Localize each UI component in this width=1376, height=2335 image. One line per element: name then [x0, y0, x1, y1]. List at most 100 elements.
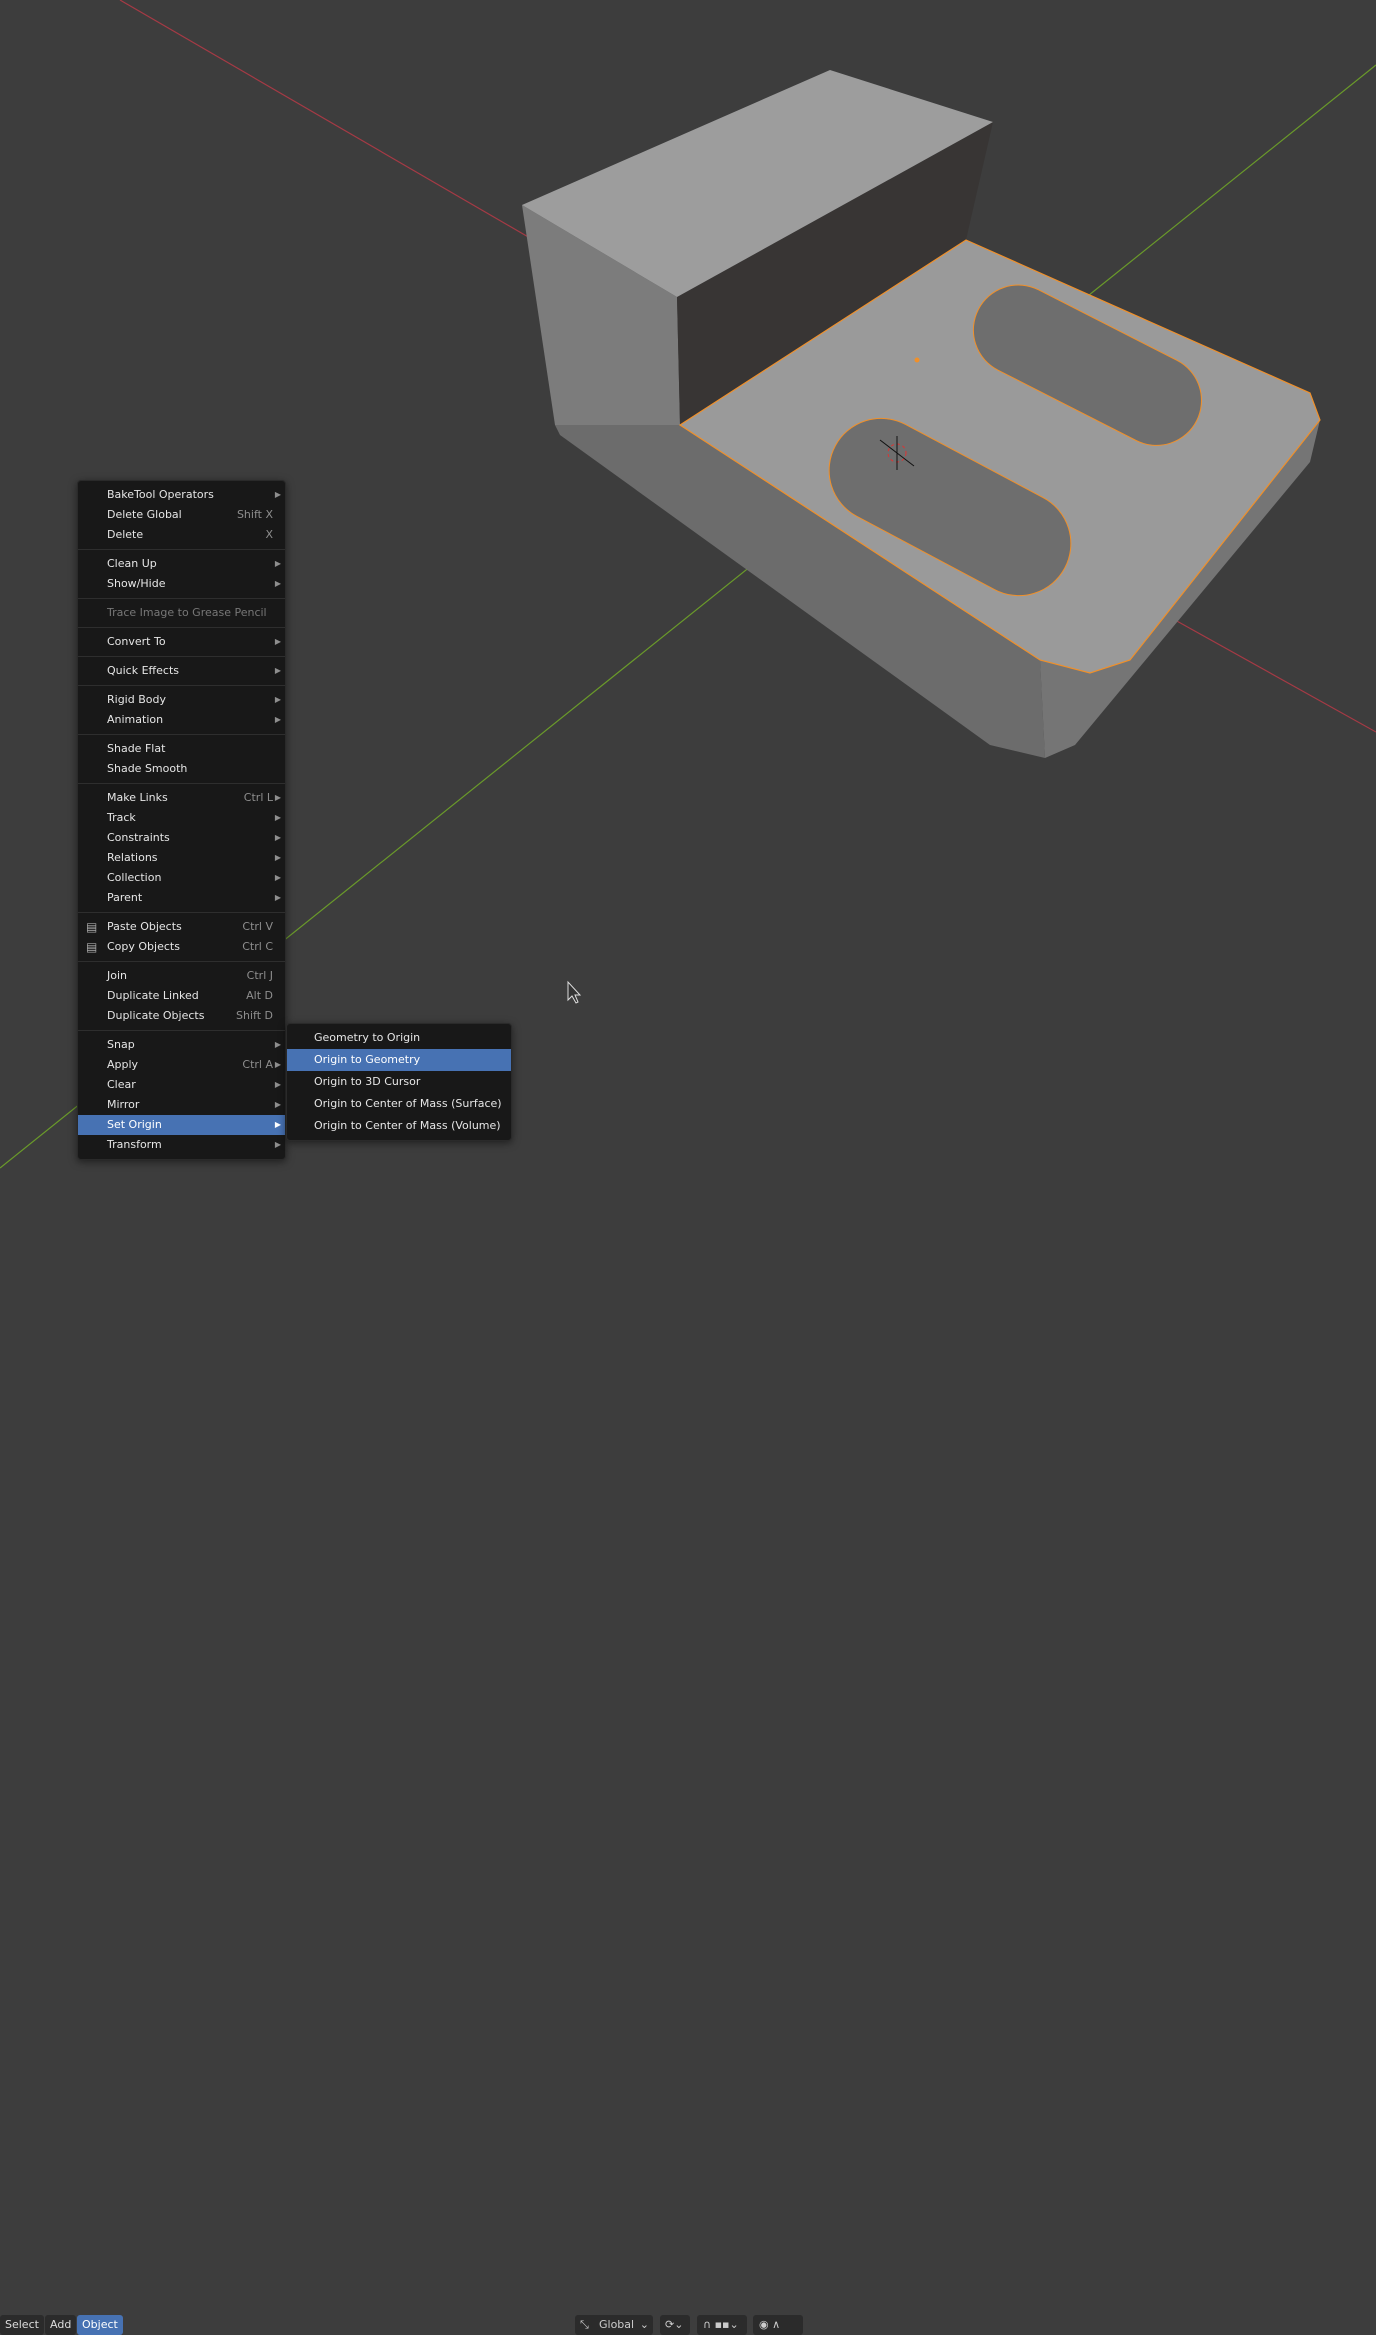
menu-separator: [78, 1030, 285, 1031]
menu-item-delete-global[interactable]: Delete Global Shift X: [78, 505, 285, 525]
submenu-item-origin-to-3d-cursor[interactable]: Origin to 3D Cursor: [287, 1071, 511, 1093]
submenu-item-origin-to-center-of-mass-volume[interactable]: Origin to Center of Mass (Volume): [287, 1115, 511, 1137]
shortcut-label: Ctrl V: [242, 920, 273, 933]
menu-item-duplicate-objects[interactable]: Duplicate Objects Shift D: [78, 1006, 285, 1026]
menu-item-shade-smooth[interactable]: Shade Smooth: [78, 759, 285, 779]
mesh-object[interactable]: [522, 70, 1321, 758]
submenu-arrow-icon: ▶: [274, 666, 281, 675]
menu-separator: [78, 783, 285, 784]
menu-item-convert-to[interactable]: Convert To ▶: [78, 632, 285, 652]
menu-item-duplicate-linked[interactable]: Duplicate Linked Alt D: [78, 986, 285, 1006]
menu-item-quick-effects[interactable]: Quick Effects ▶: [78, 661, 285, 681]
submenu-arrow-icon: ▶: [274, 695, 281, 704]
shortcut-label: X: [265, 528, 273, 541]
submenu-arrow-icon: ▶: [274, 1140, 281, 1149]
menu-item-parent[interactable]: Parent ▶: [78, 888, 285, 908]
menu-item-mirror[interactable]: Mirror ▶: [78, 1095, 285, 1115]
menu-item-label: Relations: [107, 851, 158, 864]
menu-item-label: Clean Up: [107, 557, 157, 570]
menu-item-show-hide[interactable]: Show/Hide ▶: [78, 574, 285, 594]
menu-item-transform[interactable]: Transform ▶: [78, 1135, 285, 1155]
select-menu[interactable]: Select: [0, 2315, 44, 2335]
submenu-arrow-icon: ▶: [274, 893, 281, 902]
submenu-arrow-icon: ▶: [274, 1100, 281, 1109]
menu-item-label: Paste Objects: [107, 920, 182, 933]
menu-item-label: Set Origin: [107, 1118, 162, 1131]
menu-item-relations[interactable]: Relations ▶: [78, 848, 285, 868]
proportional-icon: ◉: [759, 2318, 769, 2331]
menu-separator: [78, 961, 285, 962]
submenu-arrow-icon: ▶: [274, 1040, 281, 1049]
menu-item-join[interactable]: Join Ctrl J: [78, 966, 285, 986]
submenu-arrow-icon: ▶: [274, 1120, 281, 1129]
shortcut-label: Ctrl J: [246, 969, 273, 982]
object-origin: [914, 357, 920, 363]
x-axis-line-right: [1174, 619, 1376, 733]
submenu-item-origin-to-geometry[interactable]: Origin to Geometry: [287, 1049, 511, 1071]
menu-item-snap[interactable]: Snap ▶: [78, 1035, 285, 1055]
submenu-arrow-icon: ▶: [274, 559, 281, 568]
submenu-arrow-icon: ▶: [274, 715, 281, 724]
pivot-point-dropdown[interactable]: ⟳⌄: [660, 2315, 690, 2335]
orientation-icon: ⤡: [580, 2318, 589, 2331]
menu-item-label: Duplicate Linked: [107, 989, 199, 1002]
menu-item-label: Join: [107, 969, 128, 982]
menu-item-constraints[interactable]: Constraints ▶: [78, 828, 285, 848]
menu-item-label: Clear: [107, 1078, 136, 1091]
shortcut-label: Ctrl A: [242, 1058, 273, 1071]
submenu-arrow-icon: ▶: [274, 793, 281, 802]
menu-item-label: Animation: [107, 713, 164, 726]
menu-item-label: Apply: [107, 1058, 139, 1071]
copy-icon: ▤: [86, 940, 98, 954]
paste-icon: ▤: [86, 920, 98, 934]
set-origin-submenu: Geometry to Origin Origin to Geometry Orig…: [286, 1023, 512, 1141]
menu-item-track[interactable]: Track ▶: [78, 808, 285, 828]
submenu-arrow-icon: ▶: [274, 853, 281, 862]
menu-item-baketool-operators[interactable]: BakeTool Operators ▶: [78, 485, 285, 505]
menu-item-clear[interactable]: Clear ▶: [78, 1075, 285, 1095]
menu-item-copy-objects[interactable]: ▤ Copy Objects Ctrl C: [78, 937, 285, 957]
menu-item-label: Copy Objects: [107, 940, 180, 953]
menu-separator: [78, 734, 285, 735]
snap-grid-icon: ▪▪: [714, 2318, 730, 2331]
menu-item-make-links[interactable]: Make Links Ctrl L ▶: [78, 788, 285, 808]
menu-item-trace-image-to-grease-pencil[interactable]: Trace Image to Grease Pencil: [78, 603, 285, 623]
menu-item-label: Shade Smooth: [107, 762, 188, 775]
menu-item-shade-flat[interactable]: Shade Flat: [78, 739, 285, 759]
menu-item-label: Convert To: [107, 635, 166, 648]
shortcut-label: Shift D: [236, 1009, 273, 1022]
menu-item-label: Snap: [107, 1038, 135, 1051]
submenu-arrow-icon: ▶: [274, 637, 281, 646]
magnet-icon: ∩: [703, 2318, 712, 2331]
menu-item-animation[interactable]: Animation ▶: [78, 710, 285, 730]
menu-item-label: Mirror: [107, 1098, 140, 1111]
menu-item-collection[interactable]: Collection ▶: [78, 868, 285, 888]
chevron-down-icon: ⌄: [639, 2318, 649, 2331]
submenu-item-origin-to-center-of-mass-surface[interactable]: Origin to Center of Mass (Surface): [287, 1093, 511, 1115]
menu-item-set-origin[interactable]: Set Origin ▶: [78, 1115, 285, 1135]
submenu-arrow-icon: ▶: [274, 490, 281, 499]
menu-item-label: Trace Image to Grease Pencil: [107, 606, 267, 619]
menu-item-rigid-body[interactable]: Rigid Body ▶: [78, 690, 285, 710]
menu-item-label: Transform: [107, 1138, 162, 1151]
transform-orientation-dropdown[interactable]: ⤡ Global ⌄: [575, 2315, 653, 2335]
shortcut-label: Shift X: [236, 508, 273, 521]
submenu-item-geometry-to-origin[interactable]: Geometry to Origin: [287, 1027, 511, 1049]
menu-separator: [78, 656, 285, 657]
menu-item-label: Shade Flat: [107, 742, 166, 755]
submenu-arrow-icon: ▶: [274, 873, 281, 882]
menu-item-apply[interactable]: Apply Ctrl A ▶: [78, 1055, 285, 1075]
submenu-arrow-icon: ▶: [274, 833, 281, 842]
add-menu[interactable]: Add: [45, 2315, 77, 2335]
proportional-editing-toggle[interactable]: ◉ ∧: [753, 2315, 803, 2335]
object-menu-button[interactable]: Object: [77, 2315, 123, 2335]
menu-item-clean-up[interactable]: Clean Up ▶: [78, 554, 285, 574]
submenu-arrow-icon: ▶: [274, 579, 281, 588]
submenu-arrow-icon: ▶: [274, 1060, 281, 1069]
menu-separator: [78, 627, 285, 628]
menu-item-label: Constraints: [107, 831, 170, 844]
menu-item-paste-objects[interactable]: ▤ Paste Objects Ctrl V: [78, 917, 285, 937]
menu-item-delete[interactable]: Delete X: [78, 525, 285, 545]
viewport-header: Select Add Object ⤡ Global ⌄ ⟳⌄ ∩ ▪▪⌄ ◉ …: [0, 1157, 1376, 2335]
snap-toggle[interactable]: ∩ ▪▪⌄: [697, 2315, 747, 2335]
